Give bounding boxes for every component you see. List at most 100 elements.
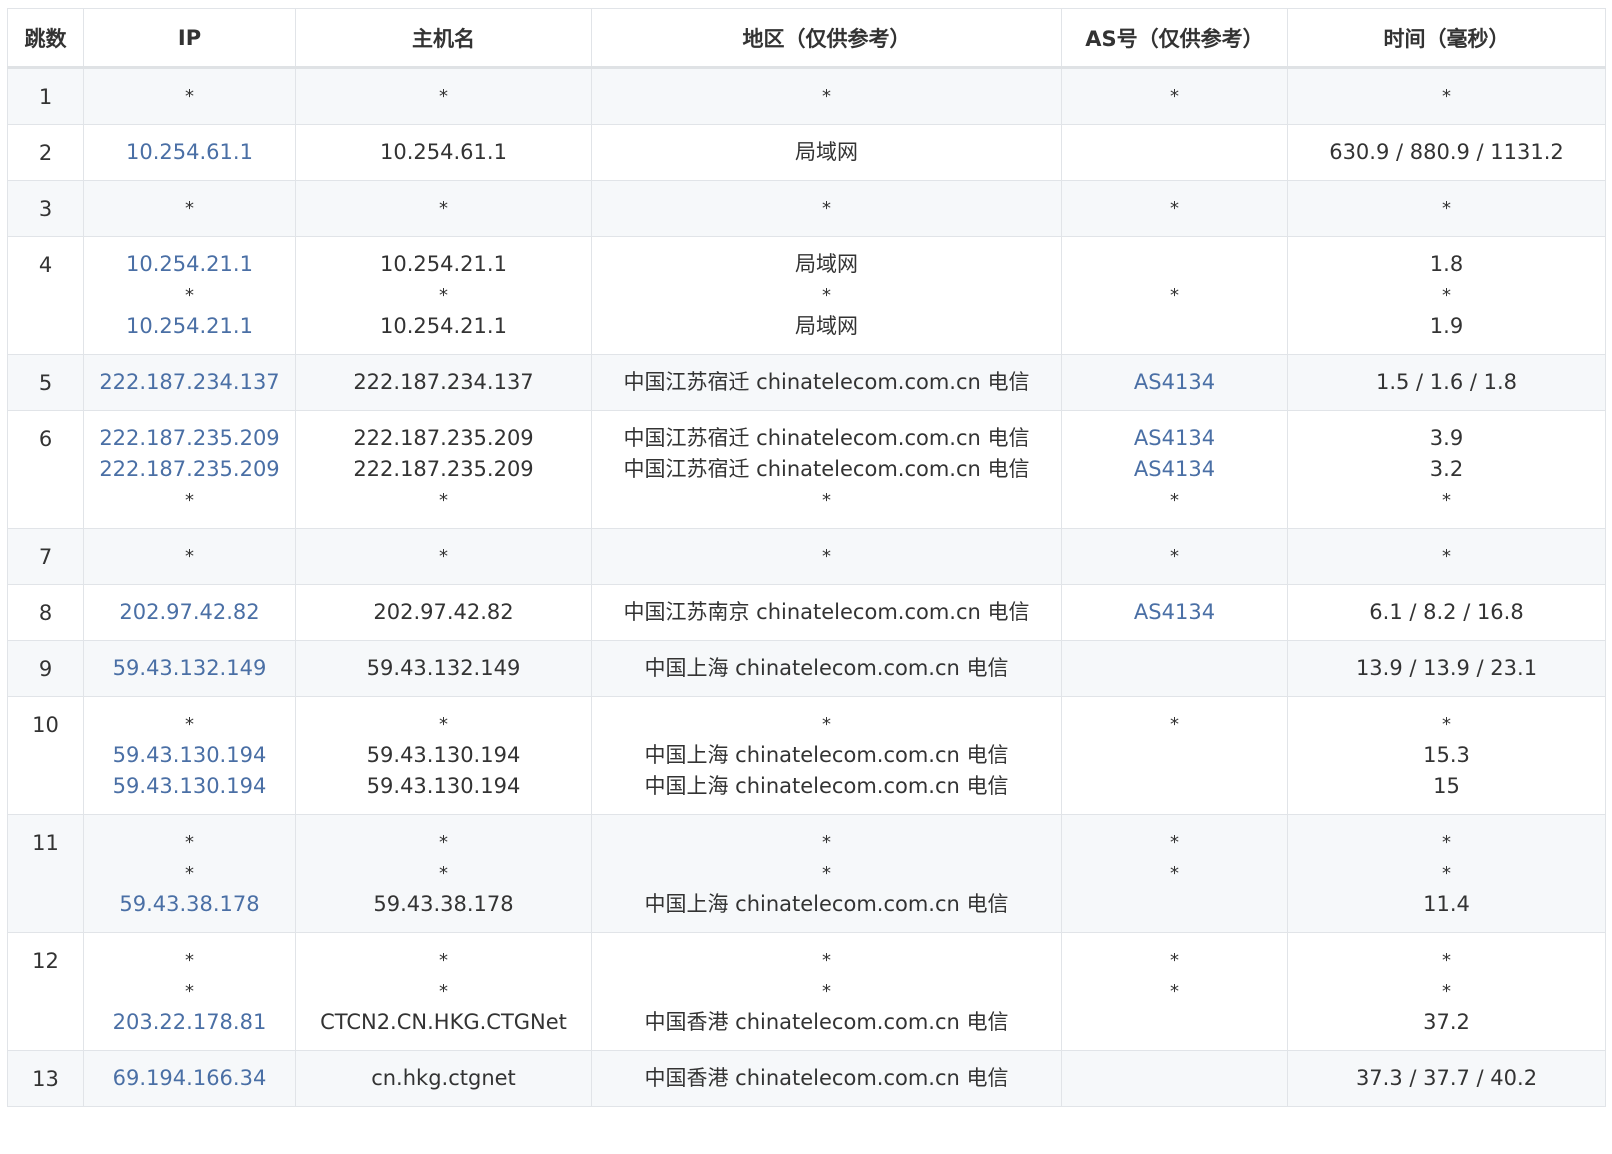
- asn-link[interactable]: AS4134: [1066, 454, 1283, 485]
- hostname-cell: 59.43.132.149: [295, 640, 592, 697]
- ip-link[interactable]: 59.43.132.149: [88, 653, 291, 684]
- ip-cell: * * 203.22.178.81: [83, 932, 296, 1051]
- timeout-marker: *: [185, 863, 194, 884]
- region-cell: 中国江苏南京 chinatelecom.com.cn 电信: [591, 584, 1062, 641]
- host-value: cn.hkg.ctgnet: [371, 1066, 516, 1090]
- asn-cell: [1061, 1050, 1288, 1107]
- asn-cell: * *: [1061, 932, 1288, 1051]
- ip-cell: * 59.43.130.194 59.43.130.194: [83, 696, 296, 815]
- time-value: 15.3: [1423, 743, 1470, 767]
- timeout-marker: *: [1442, 832, 1451, 853]
- ip-link[interactable]: 10.254.21.1: [88, 249, 291, 280]
- ip-link[interactable]: 10.254.21.1: [88, 311, 291, 342]
- ip-link[interactable]: 59.43.130.194: [88, 771, 291, 802]
- host-value: 10.254.61.1: [380, 140, 507, 164]
- asn-cell: *: [1061, 236, 1288, 355]
- time-cell: * * 11.4: [1287, 814, 1606, 933]
- timeout-marker: *: [822, 863, 831, 884]
- hostname-cell: * * CTCN2.CN.HKG.CTGNet: [295, 932, 592, 1051]
- hostname-cell: 10.254.21.1 * 10.254.21.1: [295, 236, 592, 355]
- time-value: 11.4: [1423, 892, 1470, 916]
- timeout-marker: *: [822, 490, 831, 511]
- timeout-marker: *: [1442, 198, 1451, 219]
- region-value: 中国香港 chinatelecom.com.cn 电信: [644, 1010, 1009, 1034]
- ip-link[interactable]: 203.22.178.81: [88, 1007, 291, 1038]
- host-value: 222.187.234.137: [353, 370, 534, 394]
- time-value: 6.1 / 8.2 / 16.8: [1369, 600, 1524, 624]
- asn-cell: * *: [1061, 814, 1288, 933]
- region-cell: * * 中国香港 chinatelecom.com.cn 电信: [591, 932, 1062, 1051]
- table-row: 4 10.254.21.1 * 10.254.21.1 10.254.21.1 * 10.2…: [7, 236, 1606, 355]
- asn-link[interactable]: AS4134: [1066, 423, 1283, 454]
- region-cell: 中国上海 chinatelecom.com.cn 电信: [591, 640, 1062, 697]
- asn-cell: [1061, 640, 1288, 697]
- ip-link[interactable]: 202.97.42.82: [88, 597, 291, 628]
- hop-cell: 4: [7, 236, 84, 355]
- asn-value: [1066, 889, 1283, 920]
- region-value: 中国上海 chinatelecom.com.cn 电信: [644, 743, 1009, 767]
- ip-cell: 202.97.42.82: [83, 584, 296, 641]
- hostname-cell: * * 59.43.38.178: [295, 814, 592, 933]
- hostname-cell: *: [295, 528, 592, 585]
- timeout-marker: *: [439, 86, 448, 107]
- asn-link[interactable]: AS4134: [1066, 367, 1283, 398]
- hostname-cell: 222.187.235.209 222.187.235.209 *: [295, 410, 592, 529]
- asn-value: [1066, 653, 1283, 684]
- table-row: 10 * 59.43.130.194 59.43.130.194 * 59.43.130.…: [7, 696, 1606, 815]
- hop-cell: 10: [7, 696, 84, 815]
- asn-cell: AS4134: [1061, 354, 1288, 411]
- region-cell: 中国江苏宿迁 chinatelecom.com.cn 电信 中国江苏宿迁 chin…: [591, 410, 1062, 529]
- traceroute-table: 跳数 IP 主机名 地区（仅供参考） AS号（仅供参考） 时间（毫秒） 1 * * *…: [7, 8, 1606, 1107]
- table-row: 11 * * 59.43.38.178 * * 59.43.38.178 * * 中国上海 chi…: [7, 814, 1606, 933]
- ip-link[interactable]: 222.187.235.209: [88, 454, 291, 485]
- timeout-marker: *: [1442, 714, 1451, 735]
- hop-cell: 5: [7, 354, 84, 411]
- asn-cell: *: [1061, 696, 1288, 815]
- ip-link[interactable]: 69.194.166.34: [88, 1063, 291, 1094]
- header-asn: AS号（仅供参考）: [1061, 8, 1288, 69]
- timeout-marker: *: [1442, 490, 1451, 511]
- table-header: 跳数 IP 主机名 地区（仅供参考） AS号（仅供参考） 时间（毫秒）: [7, 8, 1606, 69]
- ip-link[interactable]: 222.187.234.137: [88, 367, 291, 398]
- asn-cell: *: [1061, 528, 1288, 585]
- timeout-marker: *: [1170, 981, 1179, 1002]
- region-value: 局域网: [795, 314, 858, 338]
- timeout-marker: *: [1170, 950, 1179, 971]
- ip-link[interactable]: 222.187.235.209: [88, 423, 291, 454]
- timeout-marker: *: [1442, 285, 1451, 306]
- time-value: 1.9: [1429, 314, 1464, 338]
- timeout-marker: *: [185, 950, 194, 971]
- asn-link[interactable]: AS4134: [1066, 597, 1283, 628]
- host-value: CTCN2.CN.HKG.CTGNet: [320, 1010, 567, 1034]
- time-value: 1.5 / 1.6 / 1.8: [1375, 370, 1518, 394]
- hop-cell: 11: [7, 814, 84, 933]
- asn-value: [1066, 1007, 1283, 1038]
- host-value: 202.97.42.82: [373, 600, 514, 624]
- ip-link[interactable]: 59.43.38.178: [88, 889, 291, 920]
- header-hostname: 主机名: [295, 8, 592, 69]
- ip-link[interactable]: 10.254.61.1: [88, 137, 291, 168]
- timeout-marker: *: [822, 86, 831, 107]
- timeout-marker: *: [822, 285, 831, 306]
- timeout-marker: *: [185, 546, 194, 567]
- host-value: 59.43.130.194: [366, 743, 521, 767]
- region-value: 中国江苏南京 chinatelecom.com.cn 电信: [623, 600, 1030, 624]
- hop-cell: 7: [7, 528, 84, 585]
- ip-link[interactable]: 59.43.130.194: [88, 740, 291, 771]
- timeout-marker: *: [439, 950, 448, 971]
- time-value: 37.3 / 37.7 / 40.2: [1355, 1066, 1538, 1090]
- timeout-marker: *: [1170, 198, 1179, 219]
- asn-cell: AS4134: [1061, 584, 1288, 641]
- hop-cell: 13: [7, 1050, 84, 1107]
- region-value: 中国香港 chinatelecom.com.cn 电信: [644, 1066, 1009, 1090]
- timeout-marker: *: [1170, 546, 1179, 567]
- hop-cell: 9: [7, 640, 84, 697]
- time-cell: 6.1 / 8.2 / 16.8: [1287, 584, 1606, 641]
- asn-cell: *: [1061, 180, 1288, 237]
- asn-value: [1066, 771, 1283, 802]
- table-row: 13 69.194.166.34 cn.hkg.ctgnet 中国香港 chinate…: [7, 1050, 1606, 1107]
- table-row: 3 * * * * *: [7, 180, 1606, 237]
- ip-cell: * * 59.43.38.178: [83, 814, 296, 933]
- timeout-marker: *: [439, 714, 448, 735]
- time-value: 13.9 / 13.9 / 23.1: [1355, 656, 1538, 680]
